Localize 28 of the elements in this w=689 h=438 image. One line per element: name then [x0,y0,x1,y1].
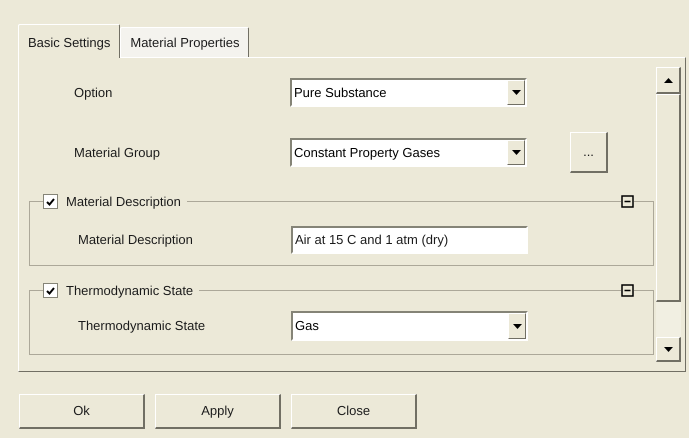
browse-button[interactable]: ... [570,132,608,173]
collapse-icon[interactable] [621,195,634,208]
scrollbar[interactable] [656,67,681,362]
dialog-button[interactable]: Close [291,394,417,429]
group-title: Material Description [66,192,181,211]
tab[interactable]: Material Properties [120,27,250,57]
dropdown[interactable]: Constant Property Gases [290,138,527,167]
field-label: Material Description [77,231,194,250]
group-title: Thermodynamic State [66,282,194,300]
dropdown[interactable]: Gas [291,311,528,341]
down-arrow-icon [512,150,520,155]
text-field[interactable]: Air at 15 C and 1 atm (dry) [291,226,528,254]
down-arrow-icon [664,346,672,352]
checkmark-icon [46,286,55,294]
dialog-button[interactable]: Apply [155,394,281,429]
field-label: Material Group [73,144,161,162]
checkbox[interactable] [43,194,58,209]
down-arrow-icon [512,324,522,328]
down-arrow-icon [512,90,520,95]
up-arrow-icon [664,78,672,82]
field-label: Option [73,84,114,102]
dialog-button[interactable]: Ok [19,394,145,429]
field-label: Thermodynamic State [77,317,206,336]
checkbox[interactable] [43,283,58,298]
tab[interactable]: Basic Settings [18,24,120,58]
collapse-icon[interactable] [621,284,634,297]
dropdown[interactable]: Pure Substance [290,78,527,107]
checkmark-icon [46,198,55,206]
